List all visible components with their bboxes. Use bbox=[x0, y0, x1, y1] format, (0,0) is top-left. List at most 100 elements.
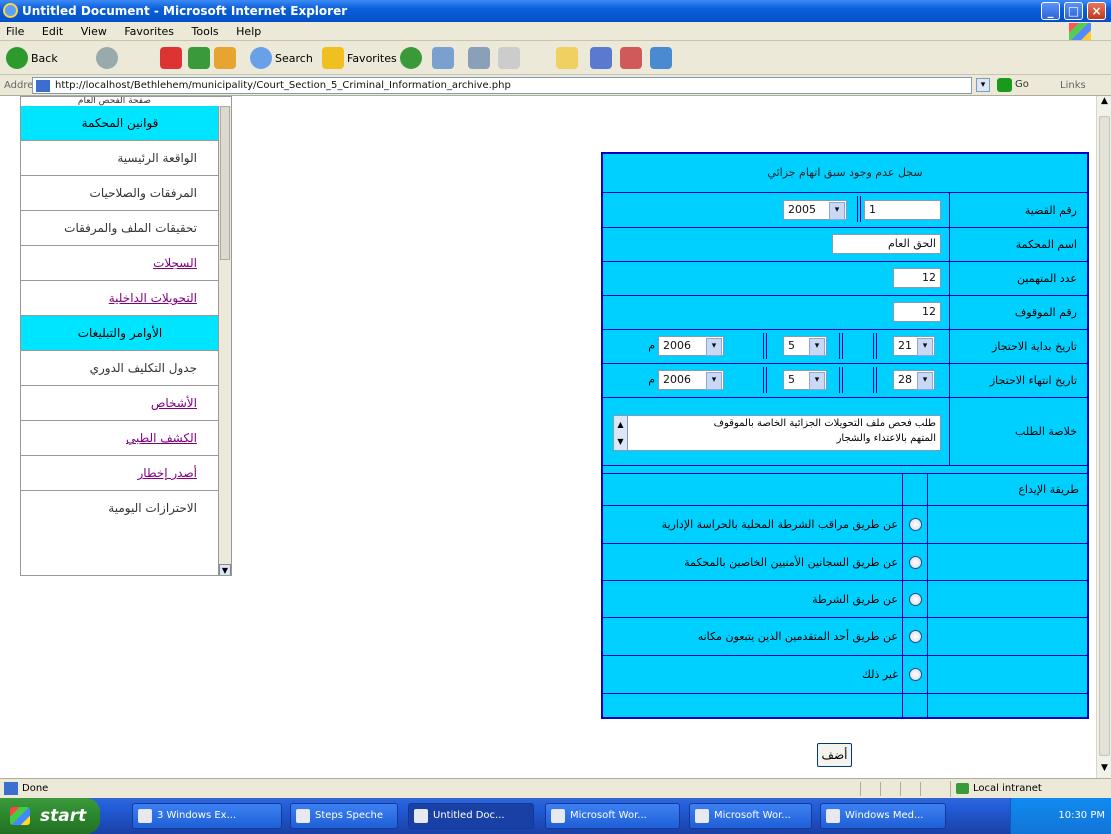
empty-cell bbox=[927, 544, 1087, 580]
case-number-row: رقم القضية 1 2005 bbox=[603, 192, 1087, 227]
taskbar-item[interactable]: Microsoft Wor... bbox=[689, 803, 812, 829]
scroll-up-arrow-icon[interactable]: ▲ bbox=[1097, 96, 1111, 111]
end-year-select[interactable]: 2006 bbox=[658, 370, 724, 390]
scroll-down-arrow-icon[interactable]: ▼ bbox=[1097, 763, 1111, 778]
end-day-select[interactable]: 28 bbox=[893, 370, 935, 390]
start-month-select[interactable]: 5 bbox=[783, 336, 827, 356]
sidebar-item[interactable]: السجلات bbox=[21, 246, 219, 281]
end-date-label: تاريخ انتهاء الاحتجاز bbox=[949, 364, 1087, 397]
sidebar-item[interactable]: الأشخاص bbox=[21, 386, 219, 421]
option-label: عن طريق أحد المتقدمين الذين يتبعون مكانه bbox=[697, 630, 898, 643]
page-scroll-thumb[interactable] bbox=[1099, 116, 1110, 756]
sidebar-item[interactable]: التحويلات الداخلية bbox=[21, 281, 219, 316]
start-button[interactable]: start bbox=[0, 798, 100, 834]
submit-button[interactable]: أضف bbox=[817, 743, 852, 767]
separator bbox=[763, 367, 767, 393]
taskbar-item[interactable]: Windows Med... bbox=[820, 803, 946, 829]
tools-button-1[interactable] bbox=[590, 46, 615, 70]
page-scrollbar[interactable]: ▲ ▼ bbox=[1096, 96, 1111, 778]
go-button[interactable]: Go bbox=[995, 77, 1049, 94]
menu-favorites[interactable]: Favorites bbox=[124, 25, 174, 38]
sidebar-scrollbar[interactable]: ▼ bbox=[218, 106, 231, 575]
tools-button-2[interactable] bbox=[620, 46, 645, 70]
edit-button[interactable] bbox=[498, 46, 523, 70]
tools-button-3[interactable] bbox=[650, 46, 675, 70]
mail-button[interactable] bbox=[432, 46, 457, 70]
status-text: Done bbox=[22, 783, 49, 794]
submission-radio[interactable] bbox=[908, 518, 922, 531]
sidebar-item[interactable]: جدول التكليف الدوري bbox=[21, 351, 219, 386]
end-month-select[interactable]: 5 bbox=[783, 370, 827, 390]
separator bbox=[873, 333, 877, 359]
court-input[interactable]: الحق العام bbox=[832, 234, 941, 254]
status-bar: Done Local intranet bbox=[0, 778, 1111, 798]
case-year-select[interactable]: 2005 bbox=[783, 200, 847, 220]
summary-textarea[interactable]: طلب فحص ملف التحويلات الجزائية الخاصة با… bbox=[613, 415, 941, 451]
textarea-scrollbar[interactable]: ▲ ▼ bbox=[614, 416, 628, 450]
detainee-input[interactable]: 12 bbox=[893, 302, 941, 322]
defendants-row: عدد المتهمين 12 bbox=[603, 261, 1087, 295]
submission-option-row: عن طريق السجانين الأمنيين الخاصين بالمحك… bbox=[603, 543, 1087, 580]
empty-cell bbox=[927, 581, 1087, 617]
minimize-button[interactable]: _ bbox=[1041, 2, 1060, 20]
submission-cell bbox=[902, 474, 927, 505]
sidebar-item[interactable]: الأوامر والتبليغات bbox=[21, 316, 219, 351]
forward-button[interactable] bbox=[96, 46, 121, 70]
search-button[interactable]: Search bbox=[250, 46, 313, 70]
favorites-button[interactable]: Favorites bbox=[322, 46, 397, 70]
home-button[interactable] bbox=[214, 46, 239, 70]
search-icon bbox=[250, 47, 272, 69]
submission-radio[interactable] bbox=[908, 592, 922, 606]
menu-help[interactable]: Help bbox=[236, 25, 261, 38]
defendants-input[interactable]: 12 bbox=[893, 268, 941, 288]
start-year-select[interactable]: 2006 bbox=[658, 336, 724, 356]
refresh-button[interactable] bbox=[188, 46, 213, 70]
detainee-label: رقم الموقوف bbox=[949, 296, 1087, 329]
option-label: عن طريق الشرطة bbox=[812, 592, 898, 606]
sidebar-item[interactable]: تحقيقات الملف والمرفقات bbox=[21, 211, 219, 246]
sidebar-scroll-thumb[interactable] bbox=[220, 106, 230, 260]
submission-radio[interactable] bbox=[908, 630, 922, 643]
status-divider bbox=[860, 782, 861, 796]
scroll-down-arrow-icon[interactable]: ▼ bbox=[219, 564, 231, 575]
window-titlebar: Untitled Document - Microsoft Internet E… bbox=[0, 0, 1111, 22]
defendants-label: عدد المتهمين bbox=[949, 262, 1087, 295]
maximize-button[interactable]: □ bbox=[1064, 2, 1083, 20]
back-button[interactable]: Back bbox=[6, 46, 58, 70]
submission-radio[interactable] bbox=[908, 668, 922, 681]
taskbar-item[interactable]: Untitled Doc... bbox=[408, 803, 534, 829]
start-day-select[interactable]: 21 bbox=[893, 336, 935, 356]
menu-file[interactable]: File bbox=[6, 25, 24, 38]
empty-cell bbox=[902, 694, 927, 717]
stop-button[interactable] bbox=[160, 46, 185, 70]
separator bbox=[839, 333, 843, 359]
case-number-label: رقم القضية bbox=[949, 193, 1087, 227]
option-label: عن طريق مراقب الشرطة المحلية بالحراسة ال… bbox=[661, 518, 898, 531]
option-label: عن طريق السجانين الأمنيين الخاصين بالمحك… bbox=[684, 555, 898, 569]
sidebar-item[interactable]: المرفقات والصلاحيات bbox=[21, 176, 219, 211]
sidebar-item[interactable]: الاحترازات اليومية bbox=[21, 491, 219, 526]
address-dropdown[interactable]: ▾ bbox=[976, 78, 990, 92]
clock[interactable]: 10:30 PM bbox=[1058, 810, 1105, 821]
sidebar-item[interactable]: أصدر إخطار bbox=[21, 456, 219, 491]
taskbar-item[interactable]: Steps Speche bbox=[290, 803, 398, 829]
taskbar-item[interactable]: Microsoft Wor... bbox=[545, 803, 680, 829]
section-divider bbox=[603, 465, 1087, 473]
print-button[interactable] bbox=[468, 46, 493, 70]
case-number-input[interactable]: 1 bbox=[864, 200, 941, 220]
end-date-row: تاريخ انتهاء الاحتجاز 28 5 2006 م bbox=[603, 363, 1087, 397]
sidebar-item[interactable]: الكشف الطبي bbox=[21, 421, 219, 456]
links-label[interactable]: Links bbox=[1060, 75, 1086, 96]
folder-button[interactable] bbox=[556, 46, 581, 70]
address-input[interactable]: http://localhost/Bethlehem/municipality/… bbox=[32, 77, 972, 94]
submission-radio[interactable] bbox=[908, 555, 922, 569]
sidebar-item[interactable]: قوانين المحكمة bbox=[21, 106, 219, 141]
menu-edit[interactable]: Edit bbox=[42, 25, 63, 38]
menu-tools[interactable]: Tools bbox=[192, 25, 219, 38]
menu-view[interactable]: View bbox=[81, 25, 107, 38]
back-arrow-icon bbox=[6, 47, 28, 69]
history-button[interactable] bbox=[400, 46, 425, 70]
sidebar-item[interactable]: الواقعة الرئيسية bbox=[21, 141, 219, 176]
close-button[interactable]: × bbox=[1087, 2, 1106, 20]
taskbar-item[interactable]: 3 Windows Ex... bbox=[132, 803, 282, 829]
